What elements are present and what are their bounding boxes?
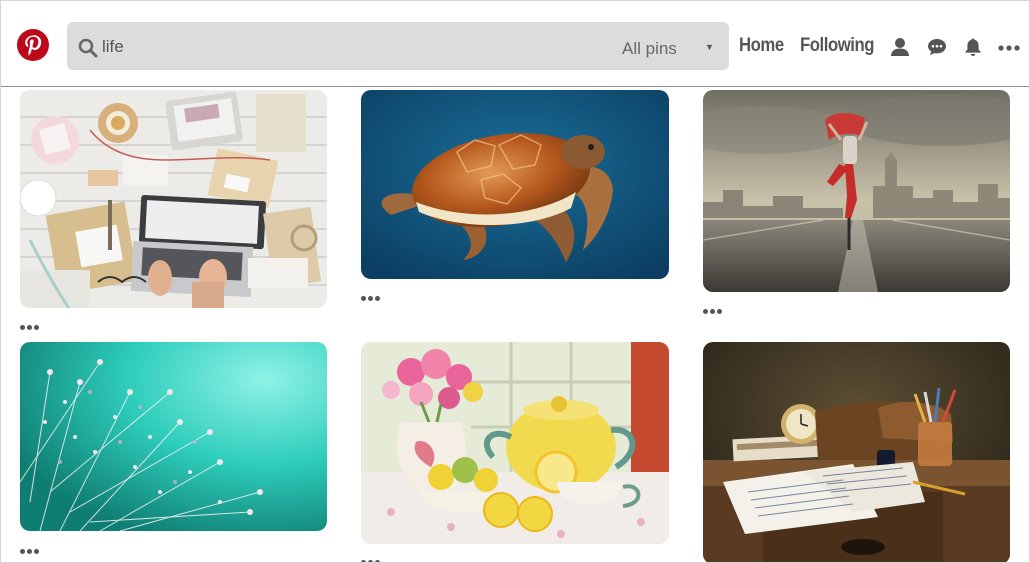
search-icon <box>78 38 98 58</box>
pinterest-logo-icon[interactable] <box>17 29 49 61</box>
pin-image-turtle[interactable] <box>361 90 669 279</box>
search-bar[interactable]: life All pins ▼ <box>67 22 729 70</box>
more-icon[interactable] <box>998 45 1020 51</box>
pin-more-icon[interactable] <box>703 309 723 315</box>
chat-icon[interactable] <box>927 37 947 57</box>
user-icon[interactable] <box>890 37 910 57</box>
chevron-down-icon[interactable]: ▼ <box>705 42 714 52</box>
pin-card[interactable] <box>703 90 1010 320</box>
pin-card[interactable] <box>361 90 669 308</box>
search-scope-select[interactable]: All pins <box>622 39 677 59</box>
pin-more-icon[interactable] <box>20 549 40 555</box>
top-bar: life All pins ▼ Home Following <box>1 1 1029 87</box>
search-input[interactable]: life <box>102 37 124 57</box>
pin-card[interactable] <box>703 342 1010 562</box>
pin-image-desk[interactable] <box>703 342 1010 562</box>
nav-following-link[interactable]: Following <box>800 35 874 57</box>
nav-home-link[interactable]: Home <box>739 35 784 57</box>
pin-more-icon[interactable] <box>20 325 40 331</box>
pin-more-icon[interactable] <box>361 296 381 302</box>
bell-icon[interactable] <box>963 37 983 57</box>
pin-card[interactable] <box>20 342 327 562</box>
pin-image-tea-set[interactable] <box>361 342 669 544</box>
pinterest-window: life All pins ▼ Home Following <box>0 0 1030 563</box>
pin-image-workspace[interactable] <box>20 90 327 308</box>
pin-card[interactable] <box>20 90 327 335</box>
pin-image-dancer[interactable] <box>703 90 1010 292</box>
pin-card[interactable] <box>361 342 669 562</box>
pin-image-dandelion[interactable] <box>20 342 327 531</box>
